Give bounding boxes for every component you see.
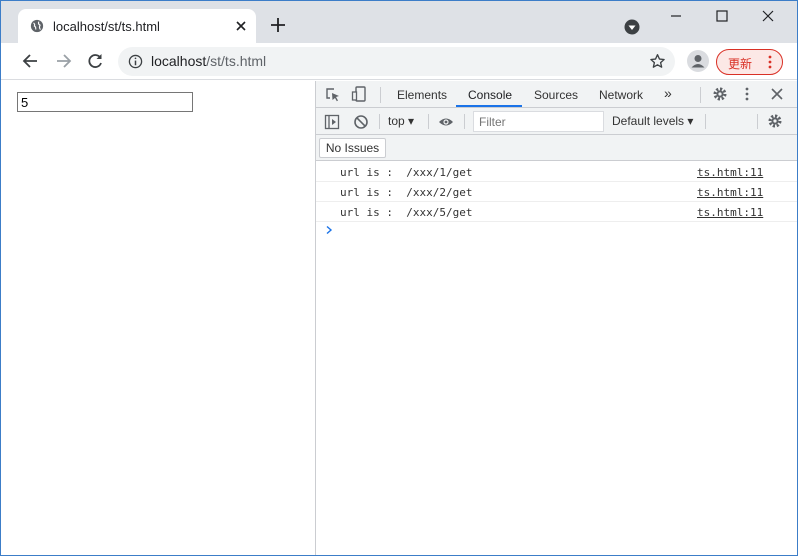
context-selector[interactable]: top ▾ — [388, 114, 414, 128]
separator — [464, 114, 465, 129]
info-icon[interactable] — [128, 54, 143, 69]
issues-bar: No Issues — [316, 135, 797, 161]
log-source-link[interactable]: ts.html:11 — [697, 206, 763, 219]
star-icon[interactable] — [649, 53, 666, 70]
devtools-panel: Elements Console Sources Network » top ▾… — [315, 81, 797, 555]
browser-window: localhost/st/ts.html localhost/st/ts.htm… — [0, 0, 798, 556]
context-label: top — [388, 114, 405, 128]
tab-elements[interactable]: Elements — [397, 88, 447, 102]
no-issues-button[interactable]: No Issues — [319, 138, 386, 158]
address-bar[interactable]: localhost/st/ts.html — [118, 47, 675, 76]
inspect-element-icon[interactable] — [325, 87, 341, 103]
gear-icon[interactable] — [712, 86, 728, 102]
more-tabs-button[interactable]: » — [664, 85, 672, 101]
separator — [700, 87, 701, 103]
log-source-link[interactable]: ts.html:11 — [697, 166, 763, 179]
eye-icon[interactable] — [438, 114, 454, 130]
console-log-row: url is : /xxx/2/get ts.html:11 — [316, 182, 797, 202]
device-toolbar-icon[interactable] — [351, 86, 367, 102]
separator — [757, 114, 758, 129]
tab-search-icon[interactable] — [624, 19, 640, 35]
forward-arrow-icon[interactable] — [53, 51, 73, 71]
update-button[interactable]: 更新 — [716, 49, 783, 75]
separator — [428, 114, 429, 129]
console-prompt-chevron-icon[interactable] — [324, 225, 334, 235]
log-source-link[interactable]: ts.html:11 — [697, 186, 763, 199]
console-settings-gear-icon[interactable] — [767, 113, 783, 129]
log-levels-label: Default levels — [612, 114, 685, 128]
tab-strip: localhost/st/ts.html — [1, 1, 797, 43]
tab-title: localhost/st/ts.html — [53, 19, 160, 34]
separator — [380, 87, 381, 103]
log-message: url is : /xxx/2/get — [340, 186, 473, 199]
page-viewport — [1, 81, 315, 555]
url-text: localhost/st/ts.html — [151, 53, 266, 69]
log-message: url is : /xxx/5/get — [340, 206, 473, 219]
minimize-icon[interactable] — [666, 7, 686, 25]
console-toolbar: top ▾ Default levels ▾ — [316, 108, 797, 135]
back-arrow-icon[interactable] — [21, 51, 41, 71]
number-input[interactable] — [17, 92, 193, 112]
kebab-menu-icon[interactable] — [739, 86, 755, 102]
console-log-row: url is : /xxx/1/get ts.html:11 — [316, 162, 797, 182]
console-output: url is : /xxx/1/get ts.html:11 url is : … — [316, 162, 797, 235]
filter-input[interactable] — [473, 111, 604, 132]
globe-icon — [30, 19, 44, 33]
tab-network[interactable]: Network — [599, 88, 643, 102]
sidebar-toggle-icon[interactable] — [324, 114, 340, 130]
active-tab-indicator — [456, 105, 522, 107]
devtools-tabbar: Elements Console Sources Network » — [316, 81, 797, 108]
close-icon[interactable] — [769, 86, 785, 102]
close-window-icon[interactable] — [758, 7, 778, 25]
log-message: url is : /xxx/1/get — [340, 166, 473, 179]
tab-console[interactable]: Console — [468, 88, 512, 102]
log-levels-dropdown[interactable]: Default levels ▾ — [612, 114, 693, 128]
url-host: localhost — [151, 53, 207, 69]
tab-sources[interactable]: Sources — [534, 88, 578, 102]
url-path: /st/ts.html — [206, 53, 267, 69]
separator — [379, 114, 380, 129]
close-icon[interactable] — [233, 18, 249, 34]
separator — [705, 114, 706, 129]
maximize-icon[interactable] — [712, 7, 732, 25]
browser-tab[interactable]: localhost/st/ts.html — [18, 9, 256, 43]
reload-icon[interactable] — [85, 51, 105, 71]
kebab-menu-icon — [768, 55, 772, 69]
browser-toolbar: localhost/st/ts.html 更新 — [1, 43, 797, 80]
update-label: 更新 — [728, 57, 753, 71]
clear-console-icon[interactable] — [353, 114, 369, 130]
profile-icon[interactable] — [687, 50, 709, 72]
plus-icon[interactable] — [269, 16, 287, 34]
console-log-row: url is : /xxx/5/get ts.html:11 — [316, 202, 797, 222]
